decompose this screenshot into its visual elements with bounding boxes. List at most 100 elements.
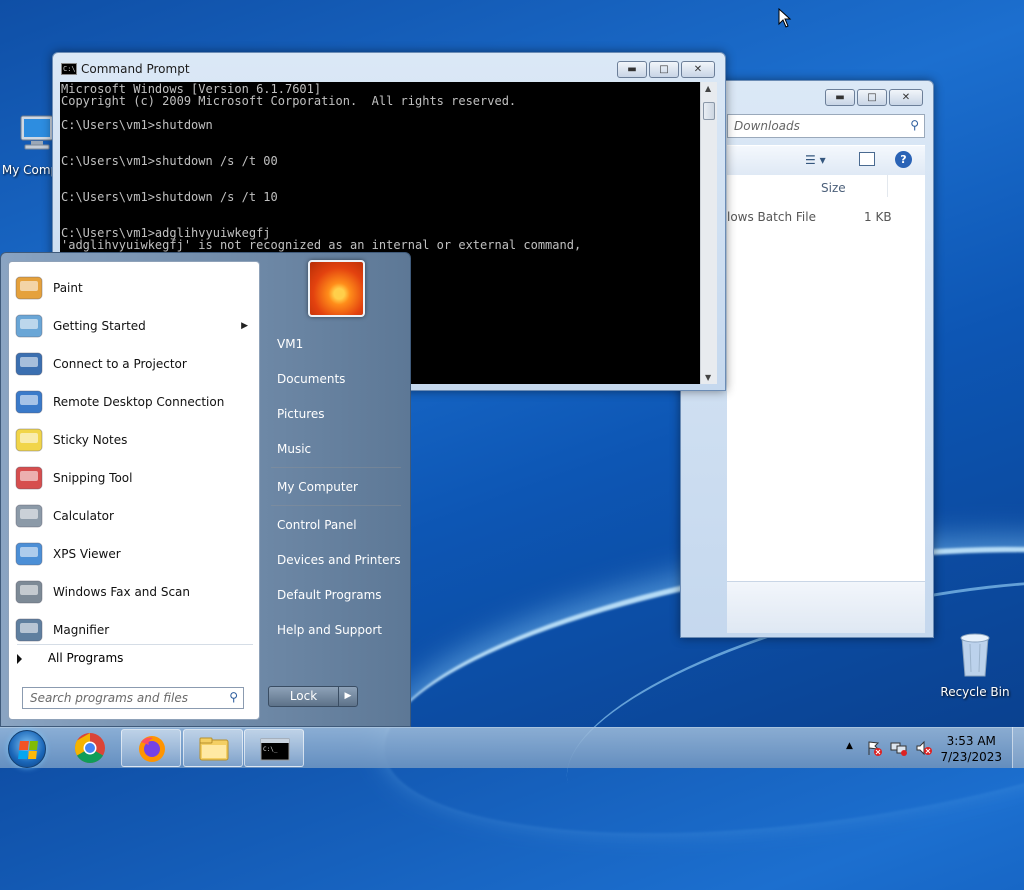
start-link-pictures[interactable]: Pictures	[277, 407, 325, 421]
program-label: XPS Viewer	[53, 547, 121, 561]
start-link-devices-and-printers[interactable]: Devices and Printers	[277, 553, 401, 567]
start-link-my-computer[interactable]: My Computer	[277, 480, 358, 494]
program-label: Calculator	[53, 509, 114, 523]
start-search-input[interactable]: Search programs and files ⚲	[22, 687, 244, 709]
preview-pane-icon[interactable]	[859, 152, 875, 166]
explorer-details-pane	[727, 581, 925, 633]
search-icon: ⚲	[229, 690, 238, 704]
start-button[interactable]	[8, 730, 46, 768]
lock-label: Lock	[269, 687, 339, 706]
start-link-control-panel[interactable]: Control Panel	[277, 518, 357, 532]
taskbar-file-explorer[interactable]	[183, 729, 243, 767]
scroll-up-icon[interactable]: ▲	[705, 84, 711, 93]
command-prompt-icon: C:\	[61, 63, 77, 75]
program-label: Getting Started	[53, 319, 146, 333]
program-item[interactable]: Sticky Notes	[13, 422, 256, 458]
explorer-toolbar: ☰ ▾ ?	[727, 145, 925, 175]
taskbar-command-prompt[interactable]: C:\_	[244, 729, 304, 767]
program-label: Connect to a Projector	[53, 357, 187, 371]
program-label: Sticky Notes	[53, 433, 128, 447]
start-link-music[interactable]: Music	[277, 442, 311, 456]
start-link-help-and-support[interactable]: Help and Support	[277, 623, 382, 637]
window-title: Command Prompt	[81, 62, 190, 76]
network-icon[interactable]	[890, 740, 908, 756]
program-label: Windows Fax and Scan	[53, 585, 191, 599]
program-item[interactable]: Windows Fax and Scan	[13, 574, 256, 610]
minimize-button[interactable]: ▬	[825, 89, 855, 106]
program-item[interactable]: XPS Viewer	[13, 536, 256, 572]
show-desktop-button[interactable]	[1012, 727, 1024, 768]
projector-icon	[13, 348, 45, 380]
program-label: Magnifier	[53, 623, 110, 637]
taskbar-chrome[interactable]	[60, 729, 120, 767]
recycle-bin-icon	[960, 633, 990, 677]
fax-scan-icon	[13, 576, 45, 608]
svg-text:C:\_: C:\_	[263, 746, 278, 753]
arrow-right-icon	[17, 653, 22, 664]
snipping-tool-icon	[13, 462, 45, 494]
start-link-vm1[interactable]: VM1	[277, 337, 303, 351]
system-clock[interactable]: 3:53 AM 7/23/2023	[940, 733, 1002, 765]
close-button[interactable]: ✕	[889, 89, 923, 106]
search-icon: ⚲	[910, 118, 919, 132]
close-button[interactable]: ✕	[681, 61, 715, 78]
clock-date: 7/23/2023	[940, 750, 1002, 764]
chrome-icon	[74, 733, 105, 764]
column-header-size[interactable]: Size	[821, 181, 846, 195]
xps-viewer-icon	[13, 538, 45, 570]
divider	[271, 467, 401, 468]
explorer-file-list: Size lows Batch File 1 KB	[727, 175, 925, 581]
program-item[interactable]: Snipping Tool	[13, 460, 256, 496]
calculator-icon	[13, 500, 45, 532]
program-item[interactable]: Paint	[13, 270, 256, 306]
program-label: Snipping Tool	[53, 471, 133, 485]
desktop-icon-label: My Comp	[1, 163, 59, 177]
maximize-button[interactable]: □	[649, 61, 679, 78]
program-item[interactable]: Remote Desktop Connection	[13, 384, 256, 420]
desktop-icon-recycle-bin[interactable]: Recycle Bin	[940, 630, 1010, 699]
user-picture[interactable]	[308, 260, 365, 317]
maximize-button[interactable]: □	[857, 89, 887, 106]
volume-muted-icon[interactable]	[915, 740, 933, 756]
program-item[interactable]: Calculator	[13, 498, 256, 534]
desktop-icon-my-computer[interactable]: My Comp	[0, 114, 60, 177]
paint-icon	[13, 272, 45, 304]
help-icon[interactable]: ?	[895, 151, 912, 168]
scroll-down-icon[interactable]: ▼	[705, 373, 711, 382]
desktop-icon-label: Recycle Bin	[940, 685, 1010, 699]
getting-started-icon	[13, 310, 45, 342]
divider	[17, 644, 253, 645]
start-menu-programs-pane: Paint Getting Started ▶ Connect to a Projec…	[8, 261, 260, 720]
program-item[interactable]: Getting Started ▶	[13, 308, 256, 344]
mouse-cursor-icon	[778, 8, 792, 28]
start-link-documents[interactable]: Documents	[277, 372, 345, 386]
program-item[interactable]: Magnifier	[13, 612, 256, 648]
clock-time: 3:53 AM	[946, 734, 996, 748]
sticky-notes-icon	[13, 424, 45, 456]
scroll-thumb[interactable]	[703, 102, 715, 120]
view-options-icon[interactable]: ☰ ▾	[805, 153, 826, 167]
computer-icon	[20, 115, 54, 150]
cmd-title-bar[interactable]: C:\ Command Prompt ▬ □ ✕	[53, 53, 725, 83]
lock-button[interactable]: Lock ▶	[268, 686, 358, 707]
taskbar-firefox[interactable]	[121, 729, 181, 767]
start-link-default-programs[interactable]: Default Programs	[277, 588, 382, 602]
divider	[271, 505, 401, 506]
start-menu: Paint Getting Started ▶ Connect to a Projec…	[0, 252, 411, 727]
all-programs-button[interactable]: All Programs	[17, 651, 123, 665]
console-text: Microsoft Windows [Version 6.1.7601] Cop…	[61, 82, 582, 252]
search-placeholder: Search programs and files	[30, 691, 188, 705]
show-hidden-icons-button[interactable]: ▲	[846, 741, 853, 751]
file-explorer-icon	[199, 737, 229, 761]
vertical-scrollbar[interactable]: ▲ ▼	[700, 82, 717, 384]
minimize-button[interactable]: ▬	[617, 61, 647, 78]
explorer-search-input[interactable]: Downloads ⚲	[727, 114, 925, 138]
program-label: Remote Desktop Connection	[53, 395, 225, 409]
all-programs-label: All Programs	[47, 651, 124, 665]
windows-logo-icon	[18, 741, 38, 759]
file-size-cell: 1 KB	[864, 210, 892, 224]
command-prompt-icon: C:\_	[260, 738, 290, 761]
action-center-flag-icon[interactable]	[866, 740, 882, 756]
program-item[interactable]: Connect to a Projector	[13, 346, 256, 382]
power-options-arrow-icon[interactable]: ▶	[339, 687, 357, 706]
